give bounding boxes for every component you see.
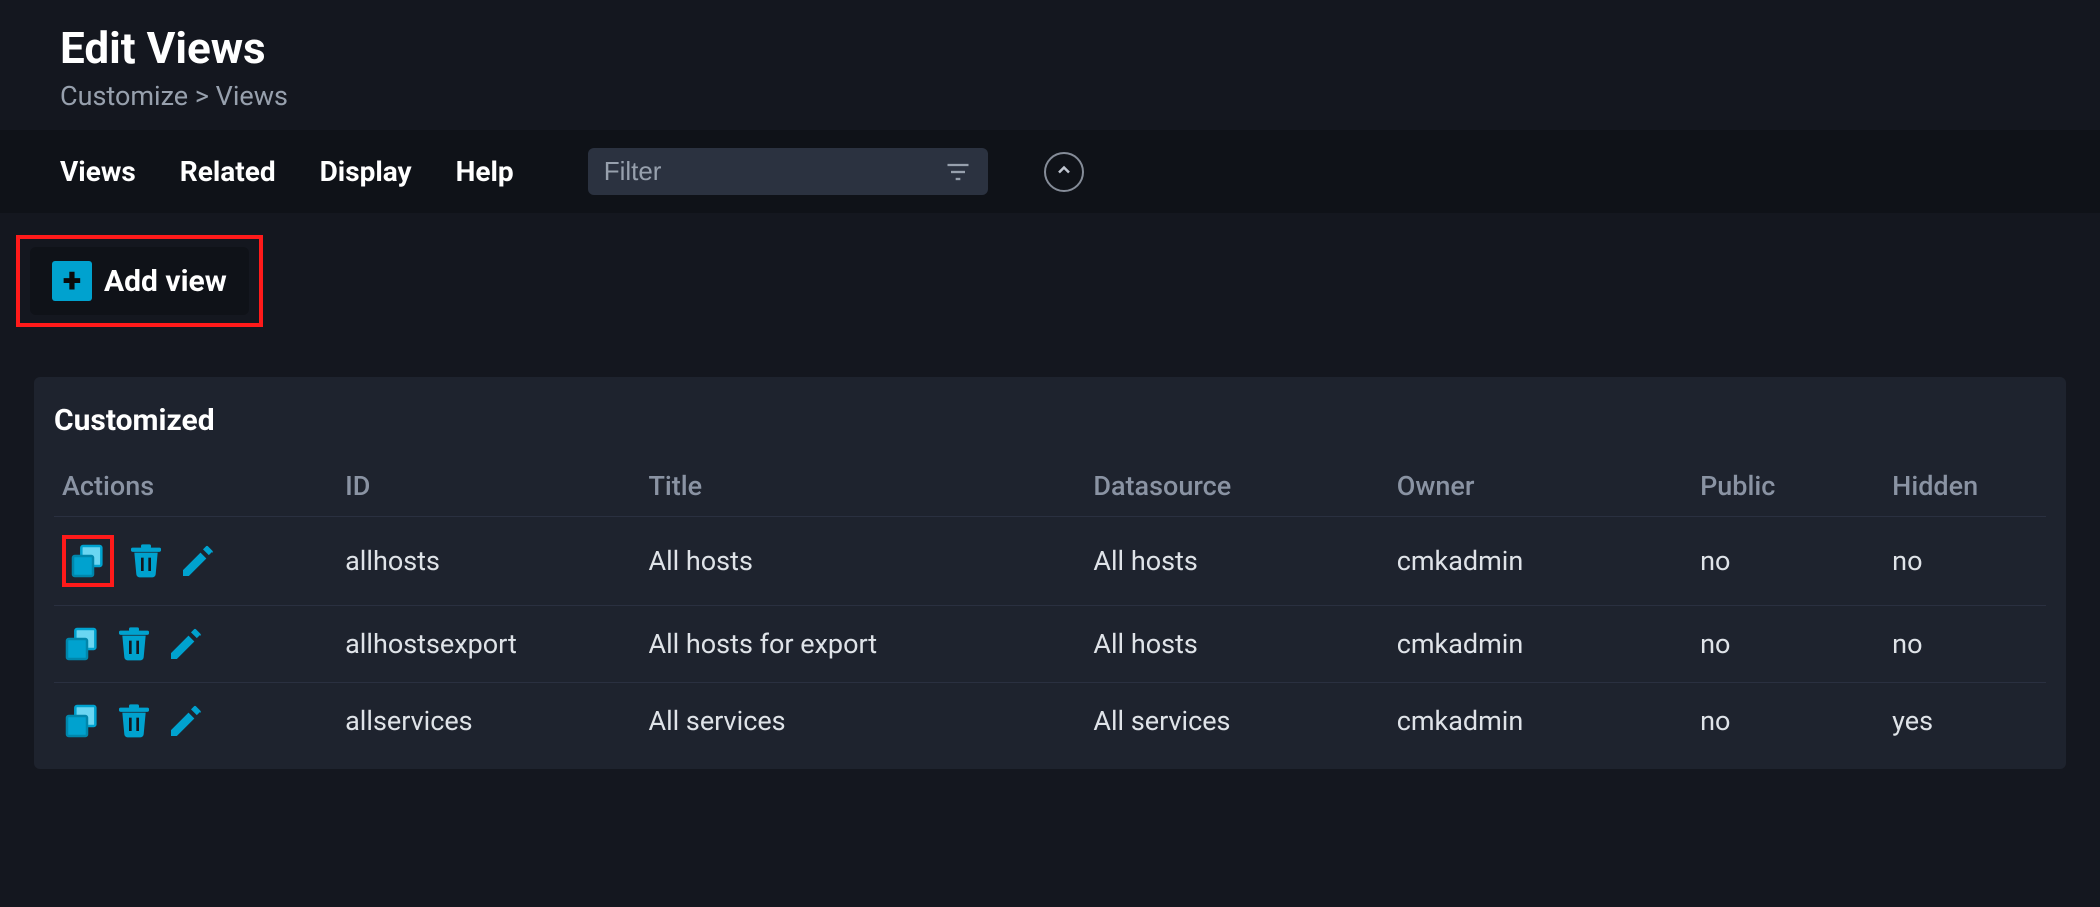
chevron-up-icon	[1054, 160, 1074, 184]
filter-icon[interactable]	[944, 158, 972, 186]
menu-help[interactable]: Help	[456, 155, 514, 188]
cell-hidden: no	[1884, 606, 2046, 683]
cell-title: All hosts	[640, 517, 1085, 606]
plus-icon: +	[52, 261, 92, 301]
clone-icon[interactable]	[62, 624, 102, 664]
customized-section: Customized Actions ID Title Datasource O…	[34, 377, 2066, 769]
action-bar: + Add view	[0, 235, 2100, 327]
page-title: Edit Views	[60, 22, 2100, 74]
th-actions: Actions	[54, 460, 337, 517]
trash-icon[interactable]	[126, 541, 166, 581]
menu-related[interactable]: Related	[180, 155, 276, 188]
add-view-label: Add view	[104, 264, 227, 299]
table-row: allhostsAll hostsAll hostscmkadminnono	[54, 517, 2046, 606]
section-title: Customized	[54, 403, 2046, 438]
menu-bar: Views Related Display Help	[0, 130, 2100, 213]
cell-public: no	[1692, 606, 1884, 683]
menu-display[interactable]: Display	[320, 155, 412, 188]
pencil-icon[interactable]	[166, 701, 206, 741]
breadcrumb-separator: >	[195, 80, 209, 112]
cell-owner: cmkadmin	[1389, 606, 1692, 683]
cell-public: no	[1692, 683, 1884, 760]
cell-owner: cmkadmin	[1389, 683, 1692, 760]
th-datasource: Datasource	[1085, 460, 1388, 517]
cell-title: All hosts for export	[640, 606, 1085, 683]
cell-hidden: yes	[1884, 683, 2046, 760]
clone-icon[interactable]	[62, 701, 102, 741]
breadcrumb: Customize > Views	[60, 80, 2100, 112]
trash-icon[interactable]	[114, 701, 154, 741]
pencil-icon[interactable]	[166, 624, 206, 664]
breadcrumb-current: Views	[216, 80, 288, 112]
filter-input[interactable]	[604, 156, 944, 187]
cell-datasource: All services	[1085, 683, 1388, 760]
add-view-button[interactable]: + Add view	[30, 247, 249, 315]
cell-id: allhostsexport	[337, 606, 640, 683]
th-owner: Owner	[1389, 460, 1692, 517]
cell-datasource: All hosts	[1085, 517, 1388, 606]
breadcrumb-parent[interactable]: Customize	[60, 80, 188, 112]
pencil-icon[interactable]	[178, 541, 218, 581]
cell-datasource: All hosts	[1085, 606, 1388, 683]
menu-views[interactable]: Views	[60, 155, 136, 188]
cell-owner: cmkadmin	[1389, 517, 1692, 606]
cell-hidden: no	[1884, 517, 2046, 606]
th-title: Title	[640, 460, 1085, 517]
th-hidden: Hidden	[1884, 460, 2046, 517]
th-public: Public	[1692, 460, 1884, 517]
clone-icon[interactable]	[62, 535, 114, 587]
views-table: Actions ID Title Datasource Owner Public…	[54, 460, 2046, 759]
trash-icon[interactable]	[114, 624, 154, 664]
th-id: ID	[337, 460, 640, 517]
filter-container	[588, 148, 988, 195]
cell-id: allhosts	[337, 517, 640, 606]
cell-public: no	[1692, 517, 1884, 606]
table-row: allhostsexportAll hosts for exportAll ho…	[54, 606, 2046, 683]
cell-title: All services	[640, 683, 1085, 760]
page-header: Edit Views Customize > Views	[0, 22, 2100, 112]
collapse-toolbar-button[interactable]	[1044, 152, 1084, 192]
cell-id: allservices	[337, 683, 640, 760]
table-row: allservicesAll servicesAll servicescmkad…	[54, 683, 2046, 760]
highlight-add-view: + Add view	[16, 235, 263, 327]
